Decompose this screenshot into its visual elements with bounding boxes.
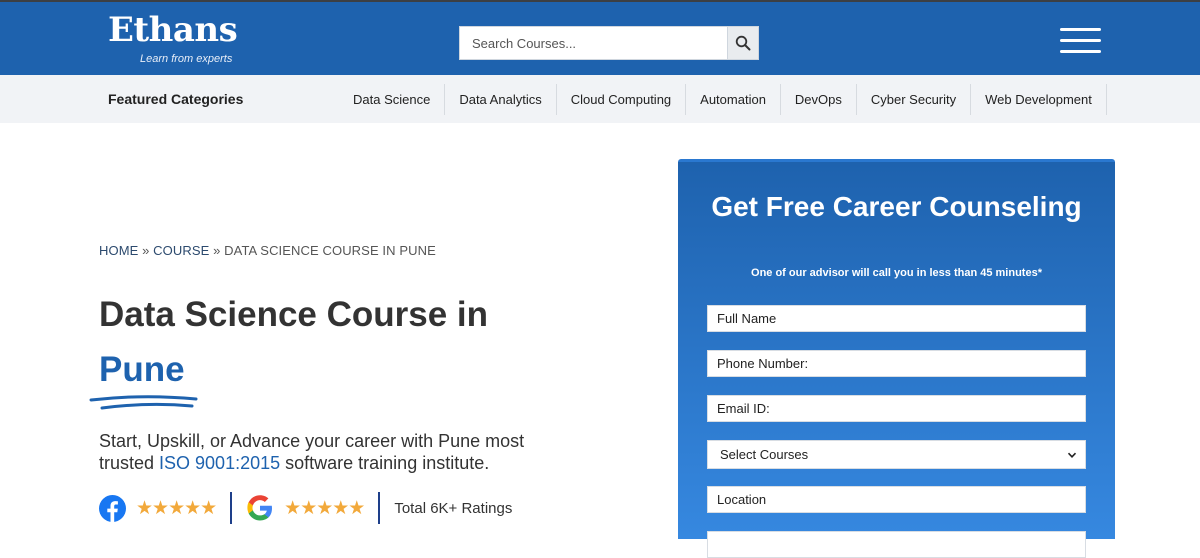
squiggle-underline-icon — [89, 395, 198, 410]
breadcrumb-current: DATA SCIENCE COURSE IN PUNE — [224, 243, 436, 258]
category-list: Data Science Data Analytics Cloud Comput… — [339, 84, 1107, 115]
logo-word: Ethans — [108, 10, 238, 50]
form-title-text: Get Free Career Counseling — [711, 191, 1082, 222]
form-subtitle: One of our advisor will call you in less… — [751, 267, 1042, 279]
breadcrumb-course[interactable]: COURSE — [153, 243, 209, 258]
featured-categories-bar: Featured Categories Data Science Data An… — [0, 75, 1200, 123]
breadcrumb-separator: » — [209, 243, 225, 258]
page-title-city: Pune — [99, 350, 185, 389]
featured-categories-title: Featured Categories — [108, 91, 244, 107]
google-rating: ★★★★★ — [246, 494, 365, 522]
category-automation[interactable]: Automation — [686, 84, 781, 115]
rating-divider — [230, 492, 233, 524]
hero-description: Start, Upskill, or Advance your career w… — [99, 430, 579, 474]
search-button[interactable] — [727, 26, 759, 60]
search-input[interactable] — [459, 26, 727, 60]
category-data-science[interactable]: Data Science — [339, 84, 446, 115]
breadcrumb: HOME » COURSE » DATA SCIENCE COURSE IN P… — [99, 243, 436, 258]
ratings-row: ★★★★★ ★★★★★ Total 6K+ Ratings — [99, 492, 512, 524]
rating-divider — [378, 492, 381, 524]
select-courses-dropdown[interactable]: Select Courses — [707, 440, 1086, 469]
google-stars: ★★★★★ — [284, 497, 365, 519]
search-icon — [735, 35, 751, 51]
search-bar — [459, 26, 759, 60]
logo-tagline: Learn from experts — [140, 53, 233, 65]
category-cyber-security[interactable]: Cyber Security — [857, 84, 972, 115]
total-ratings: Total 6K+ Ratings — [394, 499, 513, 517]
chevron-down-icon — [1067, 452, 1077, 458]
category-data-analytics[interactable]: Data Analytics — [445, 84, 557, 115]
google-icon[interactable] — [246, 494, 274, 522]
full-name-field[interactable]: Full Name — [707, 305, 1086, 332]
category-cloud-computing[interactable]: Cloud Computing — [557, 84, 687, 115]
select-courses-value: Select Courses — [720, 447, 809, 462]
email-field[interactable]: Email ID: — [707, 395, 1086, 422]
location-field[interactable]: Location — [707, 486, 1086, 513]
ethans-logo[interactable]: Ethans Learn from experts — [108, 10, 238, 65]
top-header: Ethans Learn from experts — [0, 0, 1200, 75]
facebook-stars: ★★★★★ — [136, 497, 217, 519]
hero-description-text-end: software training institute. — [280, 453, 490, 473]
page-title: Data Science Course in — [99, 295, 489, 334]
facebook-icon[interactable] — [99, 494, 126, 522]
facebook-rating: ★★★★★ — [99, 494, 217, 522]
category-devops[interactable]: DevOps — [781, 84, 857, 115]
phone-number-field[interactable]: Phone Number: — [707, 350, 1086, 377]
form-title: Get Free Career Counseling — [678, 190, 1115, 224]
breadcrumb-home[interactable]: HOME — [99, 243, 138, 258]
career-counseling-form: Get Free Career Counseling One of our ad… — [678, 159, 1115, 558]
category-web-development[interactable]: Web Development — [971, 84, 1107, 115]
next-form-field[interactable] — [707, 531, 1086, 558]
hamburger-menu-icon[interactable] — [1060, 28, 1101, 54]
breadcrumb-separator: » — [138, 243, 154, 258]
iso-certification-link[interactable]: ISO 9001:2015 — [159, 453, 280, 473]
